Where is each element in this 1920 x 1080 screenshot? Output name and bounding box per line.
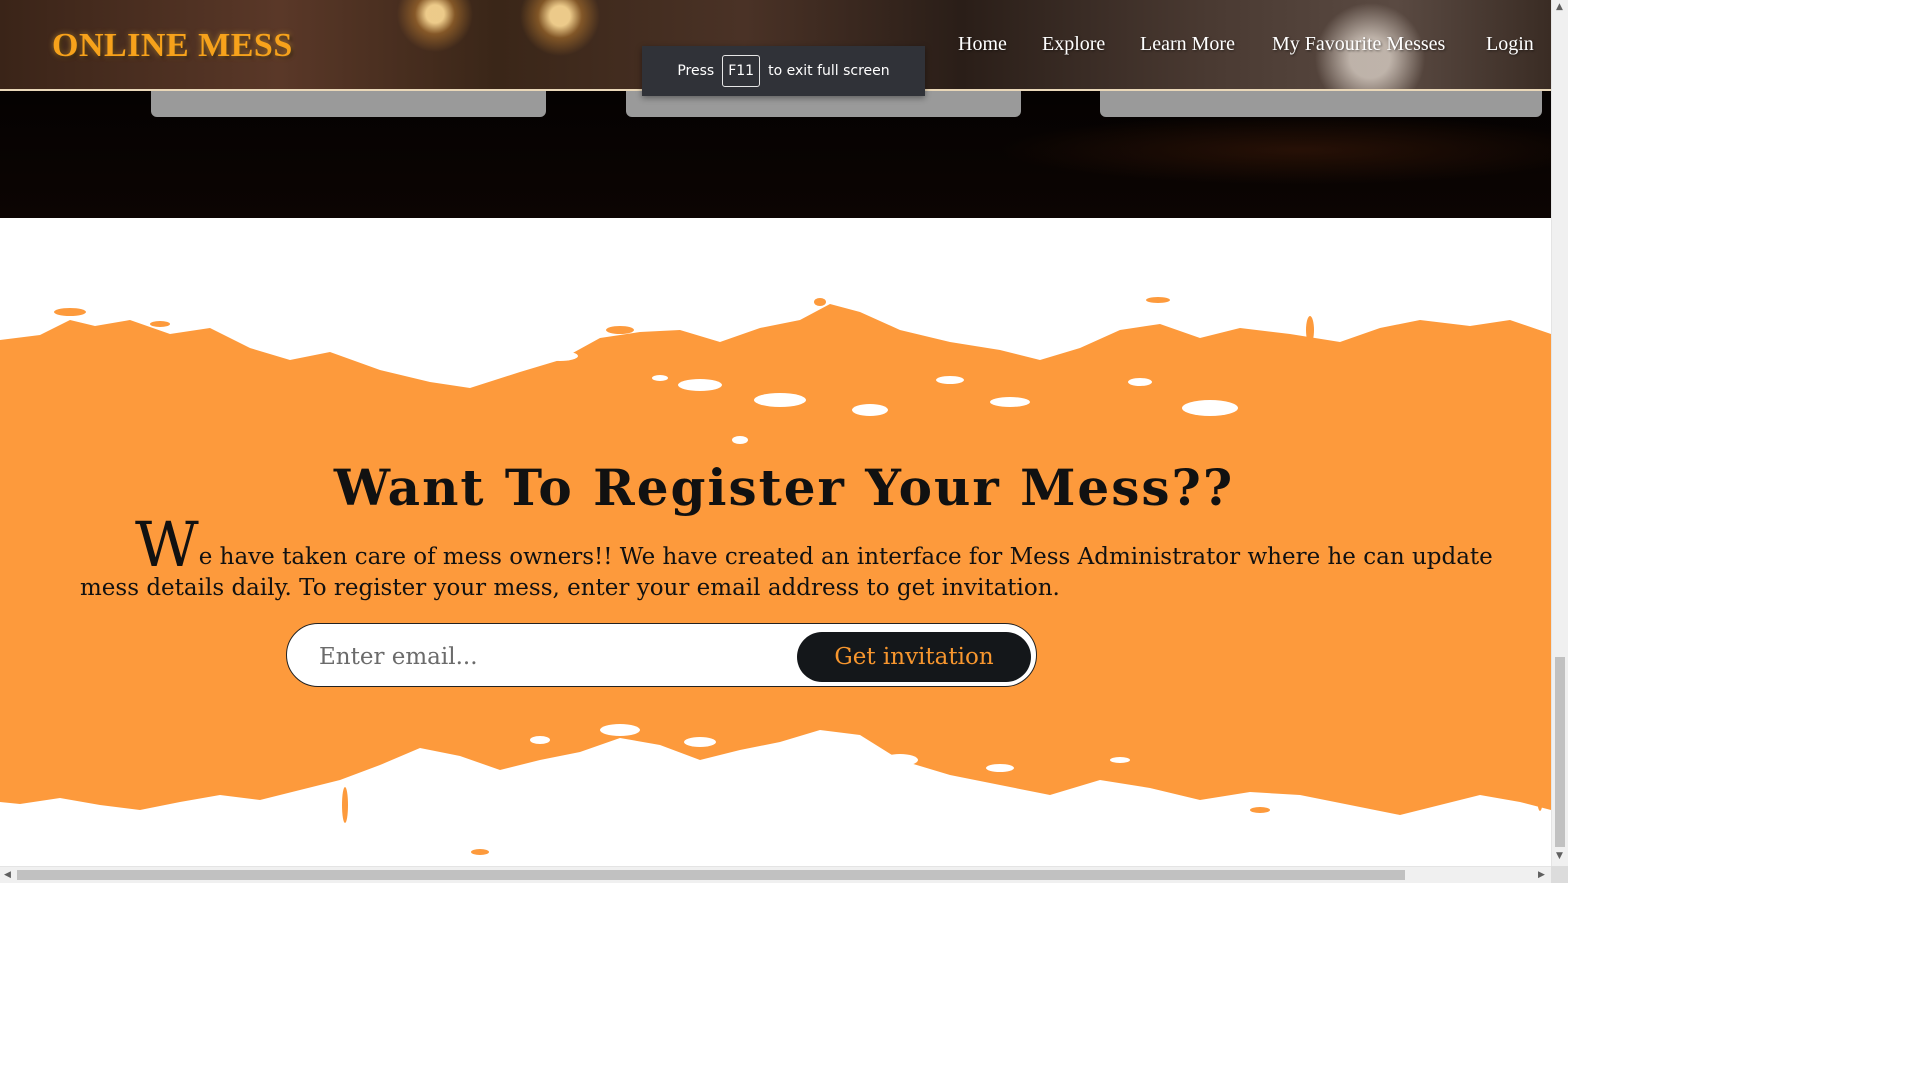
register-description-text: e have taken care of mess owners!! We ha… xyxy=(80,544,1493,601)
vertical-scroll-thumb[interactable] xyxy=(1555,657,1565,847)
horizontal-scroll-thumb[interactable] xyxy=(17,870,1405,880)
mess-card[interactable] xyxy=(1100,91,1542,117)
email-input[interactable] xyxy=(317,636,791,678)
toast-press-text: Press xyxy=(677,63,715,79)
register-description: We have taken care of mess owners!! We h… xyxy=(80,514,1500,604)
nav-home-link[interactable]: Home xyxy=(958,33,1007,56)
f11-key-badge: F11 xyxy=(722,55,761,87)
scroll-down-arrow-icon[interactable]: ▼ xyxy=(1556,851,1563,861)
fullscreen-exit-toast: Press F11 to exit full screen xyxy=(642,46,925,96)
dropcap-letter: W xyxy=(135,508,199,581)
vertical-scrollbar[interactable]: ▲ ▼ xyxy=(1551,0,1568,866)
scrollbar-corner xyxy=(1551,866,1568,883)
nav-learn-more-link[interactable]: Learn More xyxy=(1140,33,1235,56)
invitation-form: Get invitation xyxy=(286,623,1037,687)
horizontal-scrollbar[interactable]: ◀ ▶ xyxy=(0,866,1551,883)
nav-login-link[interactable]: Login xyxy=(1486,33,1534,56)
nav-favourite-messes-link[interactable]: My Favourite Messes xyxy=(1272,33,1445,56)
scroll-up-arrow-icon[interactable]: ▲ xyxy=(1556,2,1563,12)
brand-logo[interactable]: ONLINE MESS xyxy=(52,27,293,65)
nav-explore-link[interactable]: Explore xyxy=(1042,33,1105,56)
scroll-right-arrow-icon[interactable]: ▶ xyxy=(1538,870,1545,880)
get-invitation-button[interactable]: Get invitation xyxy=(797,632,1031,682)
scroll-left-arrow-icon[interactable]: ◀ xyxy=(4,870,11,880)
toast-suffix-text: to exit full screen xyxy=(768,63,890,79)
mess-card[interactable] xyxy=(151,91,546,117)
register-title: Want To Register Your Mess?? xyxy=(333,458,1235,517)
